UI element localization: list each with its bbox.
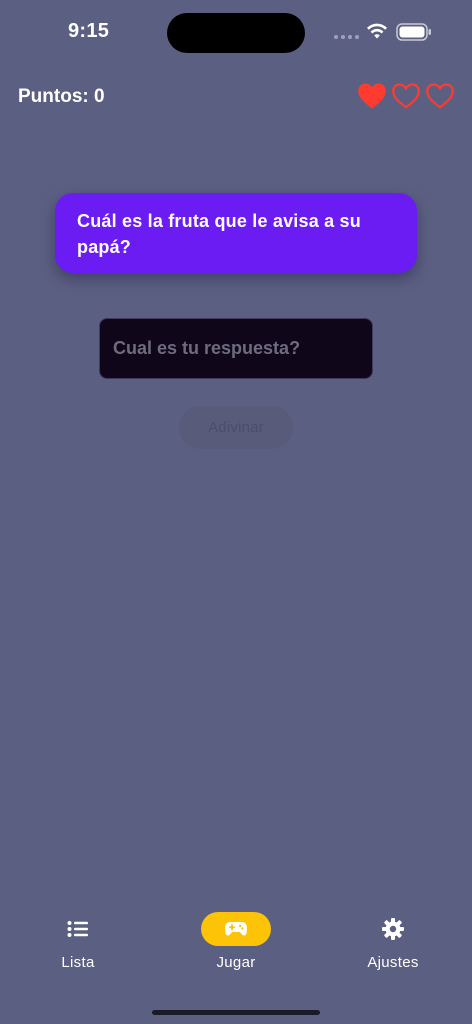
question-card: Cuál es la fruta que le avisa a su papá? <box>55 193 417 273</box>
nav-label-jugar: Jugar <box>216 954 256 971</box>
gamepad-icon <box>201 912 271 946</box>
home-indicator[interactable] <box>152 1010 320 1015</box>
bottom-navigation: Lista Jugar Ajustes <box>0 900 472 990</box>
guess-button-label: Adivinar <box>208 419 264 436</box>
question-text: Cuál es la fruta que le avisa a su papá? <box>77 211 361 257</box>
guess-button[interactable]: Adivinar <box>179 406 293 449</box>
answer-input[interactable] <box>99 318 373 379</box>
nav-label-lista: Lista <box>61 954 95 971</box>
heart-outline-icon <box>392 83 420 109</box>
list-icon <box>67 912 89 946</box>
status-bar: 9:15 <box>0 0 472 60</box>
nav-item-lista[interactable]: Lista <box>18 912 138 971</box>
status-time: 9:15 <box>68 20 110 42</box>
heart-outline-icon <box>426 83 454 109</box>
lives-indicator <box>357 82 455 110</box>
battery-icon <box>396 23 431 41</box>
nav-item-jugar[interactable]: Jugar <box>176 912 296 971</box>
wifi-icon <box>367 23 387 39</box>
score-label: Puntos: 0 <box>18 86 105 107</box>
nav-item-ajustes[interactable]: Ajustes <box>333 912 453 971</box>
cellular-signal-icon <box>334 35 359 39</box>
nav-label-ajustes: Ajustes <box>367 954 419 971</box>
dynamic-island <box>167 13 305 53</box>
gear-icon <box>381 912 405 946</box>
heart-filled-icon <box>358 83 386 109</box>
